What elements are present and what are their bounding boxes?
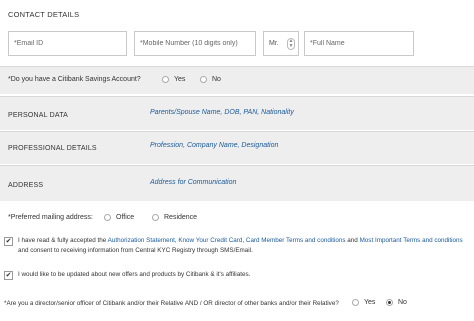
terms-checkbox[interactable]: ✔ (4, 237, 13, 246)
professional-details-summary: Profession, Company Name, Designation (150, 142, 279, 149)
director-question: *Are you a director/senior officer of Ci… (4, 300, 339, 307)
terms-line2: and consent to receiving information fro… (18, 247, 253, 254)
address-label: ADDRESS (8, 182, 44, 189)
savings-no-label: No (212, 76, 221, 83)
fullname-input[interactable] (305, 32, 413, 55)
director-yes-radio[interactable] (352, 299, 359, 306)
know-your-credit-card-link[interactable]: Know Your Credit Card (178, 237, 242, 244)
personal-data-label: PERSONAL DATA (8, 112, 69, 119)
terms-consent-text: I have read & fully accepted the Authori… (18, 236, 470, 256)
savings-yes-option[interactable]: Yes (162, 76, 185, 83)
address-section[interactable]: ADDRESS Address for Communication (0, 165, 474, 201)
salutation-select[interactable]: Mr. ▲ ▼ (263, 31, 299, 56)
checkmark-icon: ✔ (5, 238, 12, 245)
director-yes-option[interactable]: Yes (352, 299, 375, 306)
director-yes-label: Yes (364, 299, 376, 306)
email-input[interactable] (9, 32, 126, 55)
mailing-residence-label: Residence (164, 214, 198, 221)
mailing-question: *Preferred mailing address: (8, 214, 93, 221)
mailing-office-label: Office (116, 214, 135, 221)
most-important-terms-link[interactable]: Most Important Terms and conditions (360, 237, 463, 244)
director-no-option[interactable]: No (386, 299, 407, 306)
offers-checkbox[interactable]: ✔ (4, 271, 13, 280)
salutation-value: Mr. (269, 40, 279, 47)
mailing-residence-radio[interactable] (152, 214, 159, 221)
savings-no-radio[interactable] (200, 76, 207, 83)
director-no-label: No (398, 299, 407, 306)
contact-details-title: CONTACT DETAILS (8, 10, 80, 19)
savings-no-option[interactable]: No (200, 76, 221, 83)
mailing-residence-option[interactable]: Residence (152, 214, 197, 221)
terms-prefix: I have read & fully accepted the (18, 237, 108, 244)
address-summary: Address for Communication (150, 179, 237, 186)
fullname-field[interactable] (304, 31, 414, 56)
savings-account-row: *Do you have a Citibank Savings Account?… (0, 66, 474, 94)
authorization-statement-link[interactable]: Authorization Statement (108, 237, 175, 244)
email-field[interactable] (8, 31, 127, 56)
mobile-input[interactable] (135, 32, 255, 55)
personal-data-section[interactable]: PERSONAL DATA Parents/Spouse Name, DOB, … (0, 96, 474, 130)
savings-question: *Do you have a Citibank Savings Account? (8, 76, 141, 83)
mailing-office-radio[interactable] (104, 214, 111, 221)
professional-details-section[interactable]: PROFESSIONAL DETAILS Profession, Company… (0, 131, 474, 164)
mailing-office-option[interactable]: Office (104, 214, 134, 221)
savings-yes-radio[interactable] (162, 76, 169, 83)
offers-consent-text: I would like to be updated about new off… (18, 271, 251, 278)
personal-data-summary: Parents/Spouse Name, DOB, PAN, Nationali… (150, 109, 294, 116)
updown-chevron-icon: ▲ ▼ (287, 37, 295, 50)
professional-details-label: PROFESSIONAL DETAILS (8, 145, 97, 152)
card-member-terms-link[interactable]: Card Member Terms and conditions (246, 237, 346, 244)
savings-yes-label: Yes (174, 76, 186, 83)
terms-sep3: and (345, 237, 360, 244)
director-no-radio[interactable] (386, 299, 393, 306)
mobile-field[interactable] (134, 31, 256, 56)
checkmark-icon: ✔ (5, 272, 12, 279)
